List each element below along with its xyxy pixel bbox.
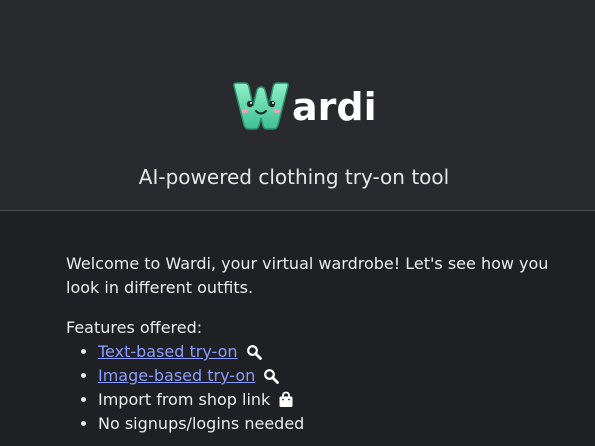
text-based-try-on-link[interactable]: Text-based try-on [98,342,238,361]
tagline: AI-powered clothing try-on tool [138,165,450,189]
no-signups-label: No signups/logins needed [98,414,305,433]
features-heading: Features offered: [66,318,203,337]
smiling-w-mascot-icon [233,82,289,130]
list-item: No signups/logins needed [98,412,556,436]
list-item: Text-based try-on [98,340,556,364]
logo: ardi [230,78,377,134]
list-item: Import from shop link [98,388,556,412]
magnifier-icon [264,369,280,384]
shopping-bag-icon [279,391,293,407]
app-header: ardi AI-powered clothing try-on tool [0,0,595,211]
features-list: Text-based try-on Image-based try-on Imp… [66,340,556,436]
logo-wordmark: ardi [292,85,377,129]
image-based-try-on-link[interactable]: Image-based try-on [98,366,255,385]
import-from-shop-label: Import from shop link [98,390,271,409]
main-content: Welcome to Wardi, your virtual wardrobe!… [66,252,556,436]
intro-text: Welcome to Wardi, your virtual wardrobe!… [66,254,549,297]
list-item: Image-based try-on [98,364,556,388]
magnifier-icon [246,345,262,360]
